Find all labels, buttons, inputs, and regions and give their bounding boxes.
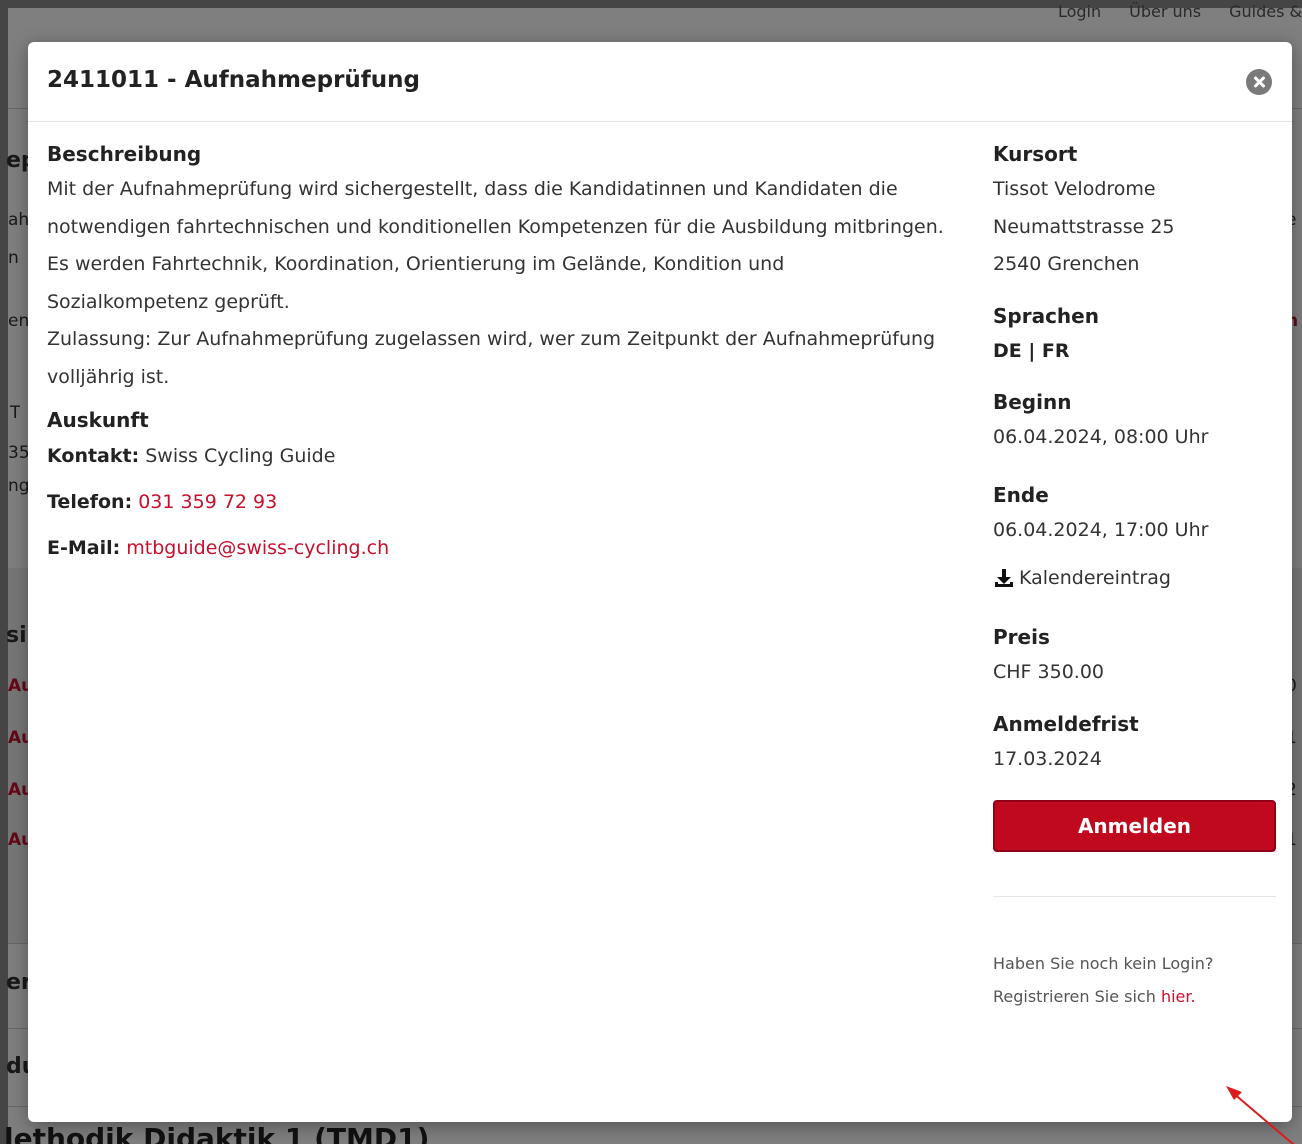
start-value: 06.04.2024, 08:00 Uhr [993, 426, 1209, 448]
end-value: 06.04.2024, 17:00 Uhr [993, 518, 1209, 541]
location-heading: Kursort [993, 142, 1078, 166]
email-link[interactable]: mtbguide@swiss-cycling.ch [126, 537, 389, 559]
phone-link[interactable]: 031 359 72 93 [138, 491, 277, 513]
course-details-column: Kursort Tissot Velodrome Neumattstrasse … [993, 142, 1276, 1013]
deadline-heading: Anmeldefrist [993, 711, 1139, 736]
divider [993, 896, 1276, 897]
no-login-notice: Haben Sie noch kein Login? Registrieren … [993, 947, 1276, 1013]
location-city: 2540 Grenchen [993, 253, 1140, 275]
languages-heading: Sprachen [993, 303, 1099, 328]
description-paragraph: Mit der Aufnahmeprüfung wird sichergeste… [47, 178, 944, 313]
languages-value: DE | FR [993, 339, 1070, 362]
contact-label: Kontakt: [47, 445, 140, 467]
modal-title: 2411011 - Aufnahmeprüfung [47, 67, 420, 93]
description-text: Mit der Aufnahmeprüfung wird sichergeste… [47, 171, 947, 396]
contact-value: Swiss Cycling Guide [145, 445, 336, 467]
register-button[interactable]: Anmelden [993, 800, 1276, 852]
location-street: Neumattstrasse 25 [993, 215, 1175, 238]
calendar-entry-label: Kalendereintrag [1019, 567, 1171, 589]
calendar-entry-link[interactable]: Kalendereintrag [993, 567, 1276, 589]
end-heading: Ende [993, 482, 1049, 507]
annotation-arrow-icon [1226, 1086, 1295, 1144]
email-label: E-Mail: [47, 537, 121, 559]
email-row: E-Mail: mtbguide@swiss-cycling.ch [47, 534, 947, 562]
course-info-column: Beschreibung Mit der Aufnahmeprüfung wir… [47, 142, 947, 562]
register-here-link[interactable]: hier. [1161, 987, 1196, 1006]
description-heading: Beschreibung [47, 142, 202, 166]
admission-paragraph: Zulassung: Zur Aufnahmeprüfung zugelasse… [47, 328, 936, 388]
location-name: Tissot Velodrome [993, 178, 1156, 200]
modal-header: 2411011 - Aufnahmeprüfung [28, 42, 1292, 122]
contact-row: Kontakt: Swiss Cycling Guide [47, 442, 947, 470]
course-detail-modal: 2411011 - Aufnahmeprüfung Beschreibung M… [28, 42, 1292, 1122]
register-line: Registrieren Sie sich hier. [993, 980, 1276, 1013]
phone-row: Telefon: 031 359 72 93 [47, 488, 947, 516]
price-value: CHF 350.00 [993, 661, 1105, 683]
start-heading: Beginn [993, 390, 1072, 414]
location-address: Tissot Velodrome Neumattstrasse 25 2540 … [993, 171, 1276, 284]
contact-heading: Auskunft [47, 408, 149, 432]
register-text: Registrieren Sie sich [993, 987, 1161, 1006]
close-icon[interactable] [1246, 69, 1272, 95]
deadline-value: 17.03.2024 [993, 747, 1102, 770]
price-heading: Preis [993, 625, 1050, 649]
phone-label: Telefon: [47, 491, 133, 513]
download-icon [995, 569, 1013, 587]
no-login-text: Haben Sie noch kein Login? [993, 954, 1214, 973]
